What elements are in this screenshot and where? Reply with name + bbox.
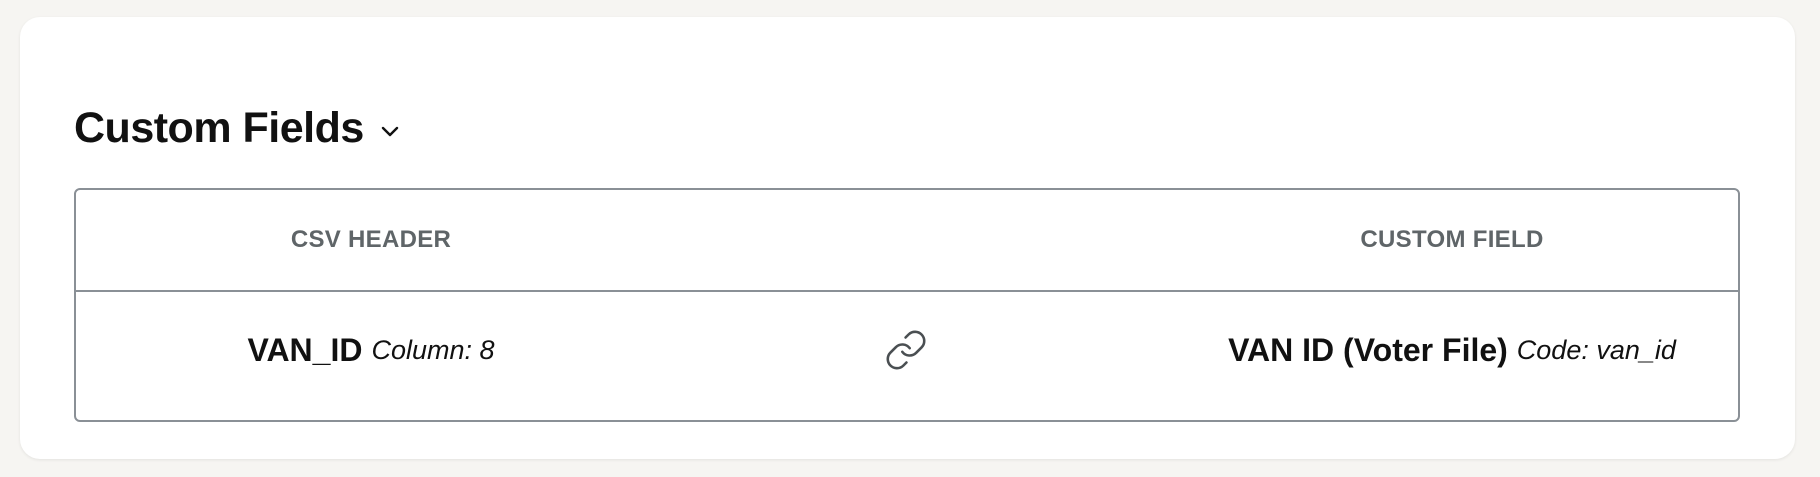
field-mapping-table: CSV HEADER CUSTOM FIELD VAN_ID Column: 8…: [74, 188, 1740, 422]
section-title: Custom Fields: [74, 104, 364, 152]
custom-field-cell: VAN ID (Voter File) Code: van_id: [1166, 292, 1738, 408]
table-header: CSV HEADER CUSTOM FIELD: [76, 190, 1738, 292]
csv-column-number: Column: 8: [371, 334, 495, 365]
chevron-down-icon[interactable]: [378, 119, 402, 143]
mapping-cell: [876, 292, 936, 408]
csv-header-name: VAN_ID: [247, 331, 363, 368]
custom-fields-toggle[interactable]: Custom Fields: [74, 103, 402, 153]
csv-header-cell: VAN_ID Column: 8: [76, 292, 666, 408]
column-header-custom-field: CUSTOM FIELD: [1360, 226, 1544, 253]
column-header-csv: CSV HEADER: [290, 226, 452, 253]
custom-fields-card: Custom Fields CSV HEADER CUSTOM FIELD VA…: [20, 17, 1795, 459]
custom-field-name: VAN ID (Voter File): [1228, 331, 1508, 368]
custom-field-code: Code: van_id: [1516, 334, 1676, 365]
link-icon: [884, 328, 928, 372]
table-row: VAN_ID Column: 8 VAN ID (Voter File) Cod…: [76, 292, 1738, 420]
